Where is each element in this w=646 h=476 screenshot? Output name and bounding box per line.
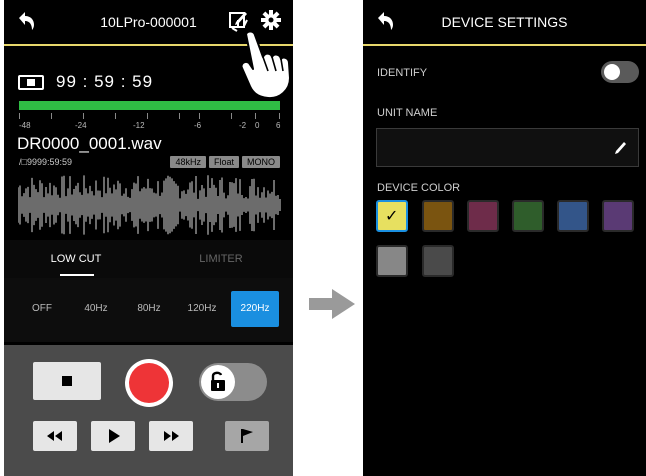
meter-label: 0 xyxy=(255,121,260,130)
time-display: 99 : 59 : 59 xyxy=(56,72,154,91)
time-row: 99 : 59 : 59 xyxy=(18,72,153,92)
remaining-time: /□9999:59:59 xyxy=(19,157,72,167)
play-button[interactable] xyxy=(91,421,135,451)
format-badges: 48kHz Float MONO xyxy=(170,156,280,168)
color-swatch-green[interactable] xyxy=(512,200,544,232)
right-screen: DEVICE SETTINGS IDENTIFY UNIT NAME DEVIC… xyxy=(363,0,646,476)
meter-scale: -48 -24 -12 -6 -2 0 6 xyxy=(19,121,280,131)
settings-title: DEVICE SETTINGS xyxy=(441,14,568,30)
waveform xyxy=(18,175,281,235)
lock-icon xyxy=(211,371,225,391)
freq-option-120hz[interactable]: 120Hz xyxy=(178,291,226,327)
freq-option-off[interactable]: OFF xyxy=(18,291,66,327)
stop-button[interactable] xyxy=(33,362,101,400)
unit-name-label: UNIT NAME xyxy=(377,107,438,119)
sample-rate-badge: 48kHz xyxy=(170,156,206,168)
meter-label: -48 xyxy=(19,121,31,130)
toggle-knob xyxy=(604,64,620,80)
meter-label: -6 xyxy=(194,121,202,130)
tab-limiter[interactable]: LIMITER xyxy=(149,240,293,278)
freq-option-220hz[interactable]: 220Hz xyxy=(231,291,279,327)
meter-label: -24 xyxy=(75,121,87,130)
transport-panel xyxy=(4,345,293,476)
pencil-icon[interactable] xyxy=(613,139,629,155)
mark-button[interactable] xyxy=(225,421,269,451)
top-bar: DEVICE SETTINGS xyxy=(363,0,646,46)
record-status-icon xyxy=(18,74,44,90)
filter-tabs: LOW CUT LIMITER xyxy=(4,240,293,279)
right-arrow-icon xyxy=(309,289,355,319)
color-swatch-brown[interactable] xyxy=(422,200,454,232)
meter-label: -2 xyxy=(239,121,247,130)
mark-flag-icon xyxy=(241,429,253,443)
record-button[interactable] xyxy=(125,359,173,407)
pointing-hand-icon xyxy=(231,19,291,100)
channel-badge: MONO xyxy=(242,156,280,168)
lock-knob xyxy=(201,365,235,399)
meter-label: -12 xyxy=(133,121,145,130)
meter-ticks xyxy=(19,113,280,121)
fast-forward-button[interactable] xyxy=(149,421,193,451)
fast-forward-icon xyxy=(164,431,179,441)
identify-toggle[interactable] xyxy=(601,61,639,83)
color-swatch-magenta[interactable] xyxy=(467,200,499,232)
freq-option-40hz[interactable]: 40Hz xyxy=(72,291,120,327)
bit-depth-badge: Float xyxy=(208,156,239,168)
unit-name-field[interactable] xyxy=(376,128,639,167)
freq-option-80hz[interactable]: 80Hz xyxy=(125,291,173,327)
level-meter xyxy=(19,101,280,110)
color-swatch-blue[interactable] xyxy=(557,200,589,232)
device-color-label: DEVICE COLOR xyxy=(377,182,461,194)
meter-label: 6 xyxy=(276,121,281,130)
stop-icon xyxy=(62,376,72,386)
check-icon: ✓ xyxy=(385,208,399,225)
rewind-button[interactable] xyxy=(33,421,77,451)
color-swatch-purple[interactable] xyxy=(602,200,634,232)
play-icon xyxy=(109,429,120,443)
rewind-icon xyxy=(47,431,62,441)
low-cut-options: OFF 40Hz 80Hz 120Hz 220Hz xyxy=(4,278,293,342)
remaining-value: 9999:59:59 xyxy=(26,157,72,167)
left-screen: 10LPro-000001 99 : 59 : 59 -48 -24 -12 -… xyxy=(4,0,293,476)
color-swatch-yellow[interactable]: ✓ xyxy=(376,200,408,232)
file-name: DR0000_0001.wav xyxy=(17,134,162,153)
lock-toggle[interactable] xyxy=(199,363,267,401)
identify-label: IDENTIFY xyxy=(377,67,428,79)
tab-underline xyxy=(60,274,94,276)
color-swatch-gray[interactable] xyxy=(376,245,408,277)
tab-low-cut[interactable]: LOW CUT xyxy=(4,240,148,278)
color-swatch-dark-gray[interactable] xyxy=(422,245,454,277)
